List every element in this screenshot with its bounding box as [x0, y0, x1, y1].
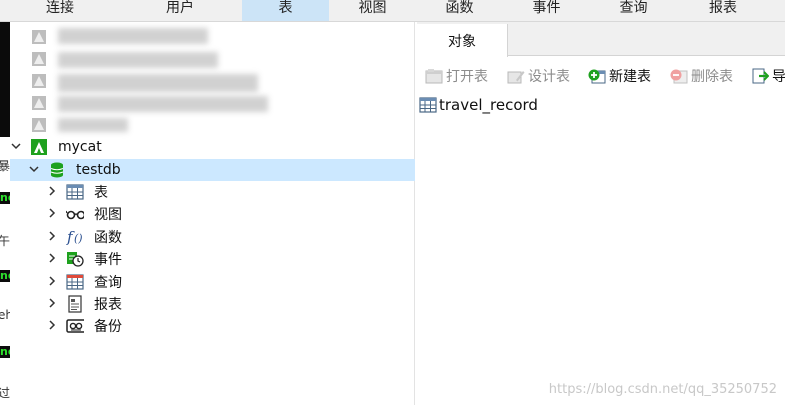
toolbar-label: 设计表 [528, 69, 570, 85]
chevron-right-icon[interactable] [46, 275, 58, 289]
event-icon [66, 250, 84, 268]
menu-table[interactable]: 表 [242, 0, 329, 21]
chevron-down-icon[interactable] [10, 140, 22, 154]
redacted-connection-name [58, 74, 258, 92]
open-table-button[interactable]: 打开表 [425, 64, 488, 88]
tree-node-label: 视图 [94, 207, 122, 223]
chevron-right-icon[interactable] [46, 207, 58, 221]
tree-node-label: 备份 [94, 319, 122, 335]
tree-node-queries[interactable]: 查询 [10, 271, 415, 293]
tree-node-reports[interactable]: 报表 [10, 293, 415, 315]
objects-pane: 对象 打开表 设计表 新建表 删除表 导 travel_record https… [417, 22, 785, 405]
toolbar-label: 新建表 [609, 69, 651, 85]
chevron-down-icon[interactable] [28, 163, 40, 177]
menu-bar: 连接 用户 表 视图 函数 事件 查询 报表 [0, 0, 785, 22]
strip-green-text: ne [0, 270, 10, 282]
background-window-strip: 暴 ne 午 ne eh ne 过 [0, 22, 10, 405]
chevron-right-icon[interactable] [46, 297, 58, 311]
open-table-icon [425, 67, 443, 85]
tree-node-backups[interactable]: 备份 [10, 315, 415, 337]
chevron-right-icon[interactable] [46, 252, 58, 266]
tree-node-label: 函数 [94, 230, 122, 246]
tree-node-label: 查询 [94, 275, 122, 291]
tree-node-label: 事件 [94, 252, 122, 268]
strip-green-text: ne [0, 192, 10, 204]
delete-table-button[interactable]: 删除表 [670, 64, 733, 88]
tree-node-views[interactable]: 视图 [10, 203, 415, 225]
menu-connection[interactable]: 连接 [0, 0, 120, 21]
new-table-button[interactable]: 新建表 [588, 64, 651, 88]
terminal-fragment [0, 22, 10, 137]
chevron-right-icon[interactable] [46, 319, 58, 333]
tab-objects[interactable]: 对象 [417, 24, 508, 57]
design-table-button[interactable]: 设计表 [507, 64, 570, 88]
watermark: https://blog.csdn.net/qq_35250752 [548, 382, 777, 397]
query-icon [66, 273, 84, 291]
menu-report[interactable]: 报表 [677, 0, 769, 21]
table-icon [66, 183, 84, 201]
strip-text: 过 [0, 386, 10, 400]
mysql-connection-icon [30, 138, 48, 156]
strip-text: 午 [0, 234, 10, 248]
tree-node-functions[interactable]: f() 函数 [10, 226, 415, 248]
menu-view[interactable]: 视图 [329, 0, 416, 21]
database-icon [48, 161, 66, 179]
connection-icon [30, 72, 48, 90]
connection-icon [30, 94, 48, 112]
chevron-right-icon[interactable] [46, 230, 58, 244]
new-table-icon [588, 67, 606, 85]
tab-bar: 对象 [417, 22, 785, 57]
navigation-pane: mycat testdb 表 视图 f() 函数 事件 查询 报表 备份 [10, 22, 415, 405]
design-table-icon [507, 67, 525, 85]
menu-function[interactable]: 函数 [416, 0, 503, 21]
strip-text: 暴 [0, 159, 10, 173]
backup-icon [66, 317, 84, 335]
strip-green-text: ne [0, 346, 10, 358]
tree-node-label: 报表 [94, 297, 122, 313]
import-icon [751, 67, 769, 85]
view-icon [66, 205, 84, 223]
table-list-item[interactable]: travel_record [419, 94, 538, 116]
tree-node-label: 表 [94, 185, 108, 201]
redacted-connection-name [58, 28, 208, 44]
strip-text: eh [0, 308, 10, 322]
redacted-connection-name [58, 52, 218, 68]
toolbar-label: 删除表 [691, 69, 733, 85]
object-toolbar: 打开表 设计表 新建表 删除表 导 [417, 64, 785, 88]
tree-connection-mycat[interactable]: mycat [10, 136, 415, 158]
import-button[interactable]: 导 [751, 64, 785, 88]
table-name: travel_record [439, 96, 538, 114]
chevron-right-icon[interactable] [46, 185, 58, 199]
function-icon: f() [66, 228, 84, 246]
database-label: testdb [76, 162, 121, 178]
toolbar-label: 打开表 [446, 69, 488, 85]
connection-icon [30, 28, 48, 46]
connection-label: mycat [58, 139, 102, 155]
tree-node-tables[interactable]: 表 [10, 181, 415, 203]
tree-database-testdb[interactable]: testdb [10, 159, 415, 181]
redacted-connection-name [58, 118, 128, 132]
svg-text:(): () [74, 232, 83, 245]
menu-event[interactable]: 事件 [503, 0, 590, 21]
table-icon [419, 96, 437, 114]
report-icon [66, 295, 84, 313]
connection-icon [30, 50, 48, 68]
menu-query[interactable]: 查询 [590, 0, 677, 21]
redacted-connection-name [58, 96, 268, 112]
delete-table-icon [670, 67, 688, 85]
menu-user[interactable]: 用户 [120, 0, 240, 21]
toolbar-label: 导 [772, 69, 785, 85]
connection-icon [30, 116, 48, 134]
tree-node-events[interactable]: 事件 [10, 248, 415, 270]
